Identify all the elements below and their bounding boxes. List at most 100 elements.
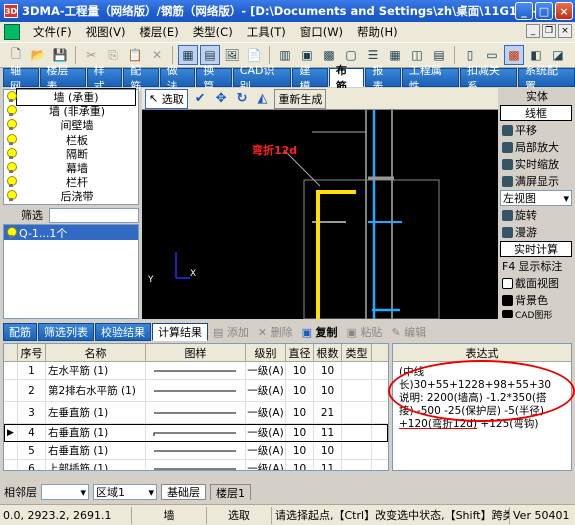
bulb-icon[interactable] — [6, 91, 17, 103]
floor-tab-foundation[interactable]: 基础层 — [161, 484, 206, 500]
bulb-icon[interactable] — [6, 190, 17, 202]
mdi-restore-button[interactable]: ❐ — [542, 24, 556, 38]
cell-name: 右垂直筋 (1) — [46, 442, 146, 459]
regenerate-button[interactable]: 重新生成 — [274, 88, 327, 109]
chevron-down-icon: ▾ — [148, 485, 154, 499]
tab-floor-table[interactable]: 楼层表 — [39, 64, 86, 93]
edit-button[interactable]: ✎ 编辑 — [387, 323, 430, 341]
tree-item[interactable]: 后浇带 — [4, 189, 138, 203]
bulb-icon[interactable] — [6, 133, 17, 146]
cell-shape — [146, 380, 246, 401]
cell-no: 5 — [18, 442, 46, 459]
zone-select[interactable]: 区域1 ▾ — [93, 484, 157, 500]
bulb-icon[interactable] — [6, 147, 17, 160]
tree-item[interactable]: 隔断 — [4, 147, 138, 161]
tab-axis[interactable]: 轴网 — [3, 64, 39, 93]
bulb-icon[interactable] — [6, 119, 17, 131]
tab-report[interactable]: 报表 — [365, 64, 401, 93]
move-icon[interactable]: ✥ — [213, 89, 230, 109]
menu-floor[interactable]: 楼层(E) — [132, 24, 185, 40]
bulb-icon[interactable] — [6, 226, 17, 239]
tab-system-config[interactable]: 系统配置 — [517, 64, 575, 93]
minimize-button[interactable]: _ — [515, 2, 533, 20]
tree-item[interactable]: 墙 (非承重) — [4, 104, 138, 118]
tree-item[interactable]: 墙 (承重) — [4, 88, 138, 107]
show-annotation-button[interactable]: F4 显示标注 — [500, 258, 572, 274]
rotate-tool-icon[interactable]: ↻ — [234, 89, 251, 109]
tree-item[interactable]: 栏板 — [4, 133, 138, 147]
table-row[interactable]: 1 左水平筋 (1) 一级(A) 10 10 — [4, 362, 388, 380]
tab-modeling[interactable]: 建模 — [292, 64, 328, 93]
table-row[interactable]: 5 右垂直筋 (1) 一级(A) 10 10 — [4, 442, 388, 460]
list-item[interactable]: Q-1...1个 — [4, 225, 138, 240]
cell-count: 21 — [314, 402, 342, 423]
maximize-button[interactable]: □ — [535, 2, 553, 20]
tab-cad-recognize[interactable]: CAD识别 — [232, 64, 292, 93]
section-view-icon — [502, 277, 513, 289]
mdi-close-button[interactable]: × — [558, 24, 572, 38]
tab-calc-result[interactable]: 计算结果 — [152, 323, 208, 341]
mdi-minimize-button[interactable]: _ — [526, 24, 540, 38]
roam-button[interactable]: 漫游 — [500, 224, 572, 240]
cell-type — [342, 402, 372, 423]
bg-color-button[interactable]: 背景色 — [500, 292, 572, 308]
tab-project-props[interactable]: 工程属性 — [401, 64, 459, 93]
check-icon[interactable]: ✔ — [192, 89, 209, 109]
right-view-panel: 实体 线框 平移 局部放大 实时缩放 满屏显示 左视图 ▾ 旋转 漫游 实时计算 … — [500, 88, 572, 319]
tab-method[interactable]: 做法 — [159, 64, 196, 93]
status-hint: 请选择起点,【Ctrl】改变选中状态,【Shift】跨类 — [272, 506, 510, 524]
cad-shape-button[interactable]: CAD图形 — [500, 309, 572, 319]
menu-help[interactable]: 帮助(H) — [350, 24, 405, 40]
cell-dia: 10 — [286, 442, 314, 459]
realtime-calc-button[interactable]: 实时计算 — [500, 241, 572, 257]
menu-window[interactable]: 窗口(W) — [293, 24, 350, 40]
tab-style[interactable]: 样式 — [86, 64, 123, 93]
pan-button[interactable]: 平移 — [500, 122, 572, 138]
view-select[interactable]: 左视图 ▾ — [500, 190, 572, 206]
copy-button[interactable]: ▣ 复制 — [298, 323, 342, 341]
tab-filter-list[interactable]: 筛选列表 — [38, 323, 94, 341]
table-row[interactable]: 3 左垂直筋 (1) 一级(A) 10 21 — [4, 402, 388, 424]
entity-label[interactable]: 实体 — [500, 88, 572, 104]
menu-type[interactable]: 类型(C) — [186, 24, 240, 40]
cell-count: 10 — [314, 362, 342, 379]
cell-count: 10 — [314, 442, 342, 459]
menu-file[interactable]: 文件(F) — [26, 24, 79, 40]
drawing-canvas[interactable]: 弯折12d X Y — [142, 110, 498, 319]
table-row[interactable]: ▶ 4 右垂直筋 (1) 一级(A) 10 11 — [4, 424, 388, 442]
tree-item[interactable]: 栏杆 — [4, 175, 138, 189]
bulb-icon[interactable] — [6, 162, 17, 174]
tab-deduct-relations[interactable]: 扣减关系 — [459, 64, 517, 93]
filter-input[interactable] — [49, 207, 139, 223]
delete-button[interactable]: ✕ 删除 — [254, 323, 297, 341]
paste-button[interactable]: ▣ 粘贴 — [343, 323, 387, 341]
floor-tab-floor1[interactable]: 楼层1 — [210, 484, 251, 500]
tab-rebar[interactable]: 配筋 — [3, 323, 37, 341]
section-view-button[interactable]: 截面视图 — [500, 275, 572, 291]
zoom-realtime-button[interactable]: 实时缩放 — [500, 156, 572, 172]
rotate-button[interactable]: 旋转 — [500, 207, 572, 223]
full-screen-button[interactable]: 满屏显示 — [500, 173, 572, 189]
close-button[interactable]: × — [555, 2, 573, 20]
add-button[interactable]: ▤ 添加 — [209, 323, 253, 341]
wireframe-button[interactable]: 线框 — [500, 105, 572, 121]
copy-icon: ▣ — [301, 325, 313, 339]
cell-dia: 10 — [286, 424, 314, 441]
bulb-icon[interactable] — [6, 176, 17, 188]
table-row[interactable]: 6 上部插筋 (1) 一级(A) 10 11 — [4, 460, 388, 470]
tree-item[interactable]: 间壁墙 — [4, 118, 138, 132]
table-row[interactable]: 2 第2排右水平筋 (1) 一级(A) 10 10 — [4, 380, 388, 402]
tab-rebar-layout[interactable]: 布筋 — [328, 64, 365, 93]
row-indicator — [4, 460, 18, 470]
bulb-icon[interactable] — [6, 105, 17, 117]
menu-view[interactable]: 视图(V) — [79, 24, 133, 40]
tree-item[interactable]: 幕墙 — [4, 161, 138, 175]
tab-convert[interactable]: 换算 — [196, 64, 232, 93]
menu-tools[interactable]: 工具(T) — [240, 24, 293, 40]
mirror-icon[interactable]: ◭ — [254, 89, 270, 109]
zoom-local-button[interactable]: 局部放大 — [500, 139, 572, 155]
tab-check-result[interactable]: 校验结果 — [95, 323, 151, 341]
tab-rebar-config[interactable]: 配筋 — [123, 64, 159, 93]
adjacent-floor-select[interactable]: ▾ — [41, 484, 89, 500]
select-tool[interactable]: ↖ 选取 — [145, 88, 188, 109]
